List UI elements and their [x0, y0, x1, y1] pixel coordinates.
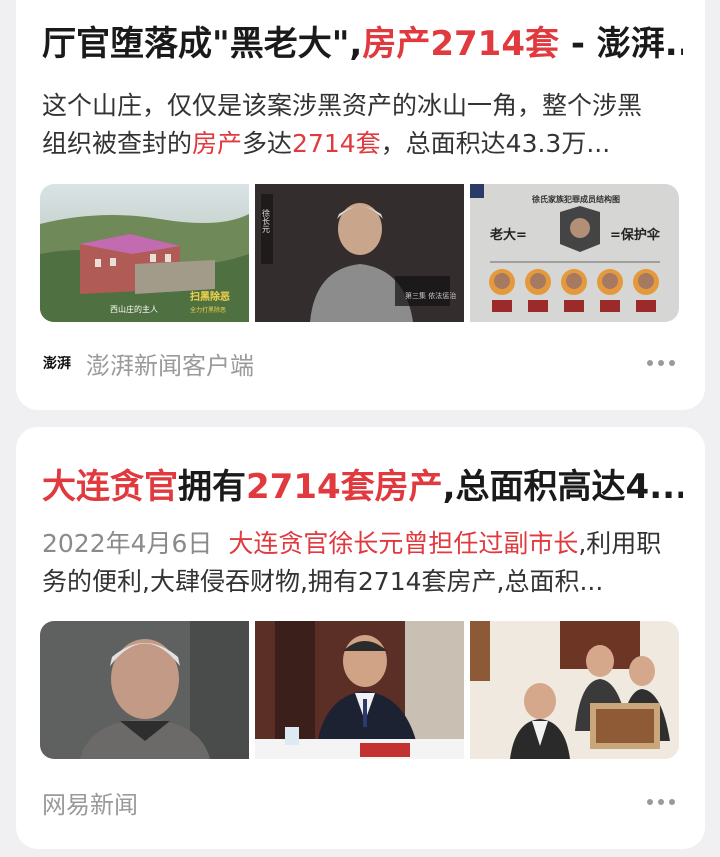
image-label: =保护伞: [610, 227, 661, 243]
title-text: 厅官堕落成"黑老大",: [42, 24, 363, 64]
source[interactable]: 网易新闻: [42, 785, 138, 820]
image-strip[interactable]: 西山庄的主人 扫黑除恶 全力打黑除恶 徐长元 第三集 依法惩治 徐氏家族犯罪成员…: [40, 184, 679, 322]
source-row: 澎湃 澎湃新闻客户端: [42, 343, 679, 383]
search-result-card[interactable]: 厅官堕落成"黑老大",房产2714套 - 澎湃... 这个山庄，仅仅是该案涉黑资…: [16, 0, 705, 410]
snippet-highlight: 房产: [192, 129, 243, 158]
result-date: 2022年4月6日: [42, 529, 213, 558]
thumbnail-org-chart[interactable]: 徐氏家族犯罪成员结构图 老大= =保护伞: [470, 184, 679, 322]
title-text: - 澎湃...: [570, 24, 683, 64]
image-stamp: 扫黑除恶: [190, 290, 230, 303]
thumbnail-portrait[interactable]: [40, 621, 249, 759]
thumbnail-inspection[interactable]: [470, 621, 679, 759]
title-highlight: 大连贪官: [42, 467, 178, 507]
image-caption: 徐长元: [262, 208, 271, 234]
snippet-highlight: 2714套: [292, 129, 381, 158]
source-name: 网易新闻: [42, 790, 138, 819]
result-title[interactable]: 大连贪官拥有2714套房产,总面积高达4...: [42, 465, 683, 509]
image-stamp-sub: 全力打黑除恶: [190, 306, 226, 314]
snippet-text: 多达: [242, 129, 293, 158]
more-options-icon[interactable]: [643, 354, 679, 372]
result-title[interactable]: 厅官堕落成"黑老大",房产2714套 - 澎湃...: [42, 22, 683, 66]
image-label: 老大=: [489, 227, 527, 243]
source[interactable]: 澎湃 澎湃新闻客户端: [42, 346, 254, 381]
snippet-text: ，总面积达43.3万...: [380, 129, 611, 158]
thumbnail-meeting[interactable]: [255, 621, 464, 759]
title-highlight: 房产2714套: [362, 24, 559, 64]
image-stamp: 第三集 依法惩治: [405, 291, 456, 300]
thumbnail-suspect-interview[interactable]: 徐长元 第三集 依法惩治: [255, 184, 464, 322]
image-caption: 西山庄的主人: [110, 304, 158, 314]
snippet-highlight: 大连贪官徐长元曾担任过副市长: [228, 529, 579, 558]
title-text: ,总面积高达4...: [442, 467, 683, 507]
title-text: 拥有: [178, 467, 246, 507]
title-highlight: 2714套房产: [246, 467, 443, 507]
result-snippet: 2022年4月6日 大连贪官徐长元曾担任过副市长,利用职务的便利,大肆侵吞财物,…: [42, 525, 665, 601]
more-options-icon[interactable]: [643, 793, 679, 811]
image-strip[interactable]: [40, 621, 679, 759]
result-snippet: 这个山庄，仅仅是该案涉黑资产的冰山一角，整个涉黑组织被查封的房产多达2714套，…: [42, 87, 665, 163]
source-logo-icon: 澎湃: [43, 356, 71, 372]
image-caption: 徐氏家族犯罪成员结构图: [531, 194, 620, 204]
source-row: 网易新闻: [42, 782, 679, 822]
source-name: 澎湃新闻客户端: [86, 351, 254, 380]
thumbnail-aerial-compound[interactable]: 西山庄的主人 扫黑除恶 全力打黑除恶: [40, 184, 249, 322]
search-result-card[interactable]: 大连贪官拥有2714套房产,总面积高达4... 2022年4月6日 大连贪官徐长…: [16, 427, 705, 849]
